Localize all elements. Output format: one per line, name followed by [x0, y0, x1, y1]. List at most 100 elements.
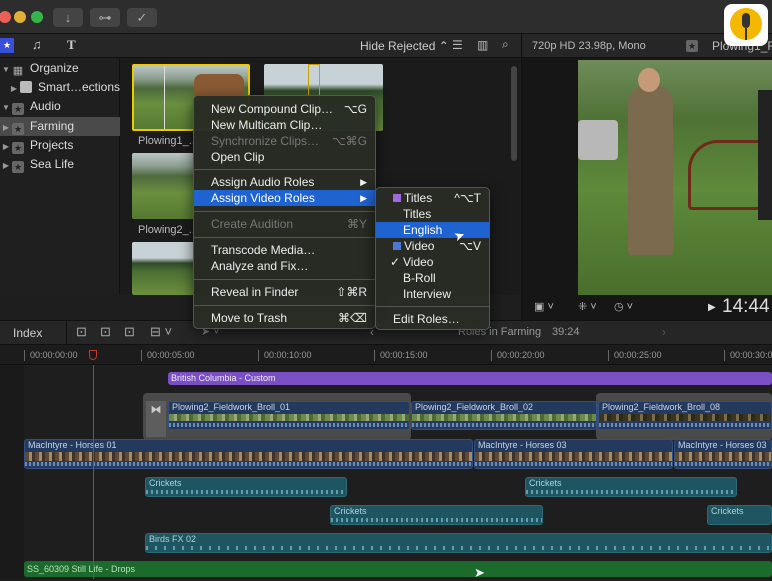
- transform-icon[interactable]: ⁜ ˅: [578, 300, 597, 313]
- primary-clip[interactable]: MacIntyre - Horses 03: [674, 439, 772, 469]
- transition-icon[interactable]: ⧓: [146, 401, 166, 437]
- index-button[interactable]: Index: [13, 326, 42, 340]
- playhead-handle[interactable]: [89, 350, 97, 360]
- background-tasks-button[interactable]: ✓: [127, 8, 157, 27]
- forward-arrow-icon[interactable]: ›: [662, 325, 666, 339]
- sidebar-item-label: Farming: [30, 119, 75, 133]
- zoom-button[interactable]: [31, 11, 43, 23]
- menu-label: Analyze and Fix…: [211, 259, 309, 273]
- broll-clip[interactable]: Plowing2_Fieldwork_Broll_02: [411, 401, 597, 430]
- submenu-item-video[interactable]: ✓ Video: [376, 254, 489, 270]
- menu-item-assign-audio-roles[interactable]: Assign Audio Roles ▶: [194, 174, 375, 190]
- sidebar-item-smart-collections[interactable]: ▶ Smart…ections: [0, 78, 120, 97]
- primary-clip[interactable]: MacIntyre - Horses 01: [24, 439, 473, 469]
- minimize-button[interactable]: [14, 11, 26, 23]
- broll-clip[interactable]: Plowing2_Fieldwork_Broll_08: [598, 401, 772, 430]
- sidebar-item-projects[interactable]: ▶ ★ Projects: [0, 136, 120, 155]
- submenu-arrow-icon: ▶: [360, 177, 367, 187]
- timeline-duration: 39:24: [552, 326, 580, 338]
- ruler-tick: 00:00:15:00: [374, 350, 428, 361]
- audio-clip[interactable]: Birds FX 02: [145, 533, 772, 553]
- titles-generators-icon[interactable]: T: [67, 37, 76, 53]
- clip-thumbnail[interactable]: [132, 153, 194, 219]
- submenu-item-titles[interactable]: Titles: [376, 206, 489, 222]
- title-clip[interactable]: British Columbia - Custom: [168, 372, 772, 385]
- menu-item-create-audition: Create Audition ⌘Y: [194, 216, 375, 232]
- submenu-item-interview[interactable]: Interview: [376, 286, 489, 302]
- browser-scrollbar[interactable]: [511, 66, 517, 161]
- clip-label: Plowing1_...: [138, 135, 198, 147]
- clip-name: MacIntyre - Horses 03: [678, 440, 767, 450]
- menu-item-new-multicam-clip[interactable]: New Multicam Clip…: [194, 117, 375, 133]
- overwrite-clip-icon[interactable]: ⊟ ˅: [150, 324, 172, 340]
- star-icon: ★: [12, 123, 24, 135]
- star-icon: ★: [12, 142, 24, 154]
- search-icon[interactable]: ⌕: [502, 37, 509, 52]
- menu-label: Assign Video Roles: [211, 191, 315, 205]
- sidebar-item-sea-life[interactable]: ▶ ★ Sea Life: [0, 155, 120, 174]
- menu-label: Video: [403, 255, 434, 269]
- clip-label: Plowing2_...: [138, 224, 198, 236]
- menu-label: Video: [404, 239, 435, 253]
- close-button[interactable]: [0, 11, 11, 23]
- import-button[interactable]: ↓: [53, 8, 83, 27]
- submenu-item-b-roll[interactable]: B-Roll: [376, 270, 489, 286]
- clip-thumbnail[interactable]: [132, 242, 194, 295]
- broll-clip[interactable]: Plowing2_Fieldwork_Broll_01: [168, 401, 410, 430]
- append-clip-icon[interactable]: ⊡: [124, 324, 135, 340]
- menu-item-move-to-trash[interactable]: Move to Trash ⌘⌫: [194, 310, 375, 326]
- menu-item-assign-video-roles[interactable]: Assign Video Roles ▶: [194, 190, 375, 206]
- ruler-tick: 00:00:30:00: [724, 350, 772, 361]
- menu-item-new-compound-clip[interactable]: New Compound Clip… ⌥G: [194, 101, 375, 117]
- clip-name: Crickets: [529, 478, 562, 488]
- ruler-tick: 00:00:10:00: [258, 350, 312, 361]
- audio-clip[interactable]: Crickets: [525, 477, 737, 497]
- photos-audio-icon[interactable]: ♫: [32, 37, 42, 52]
- ruler-tick: 00:00:05:00: [141, 350, 195, 361]
- timeline: British Columbia - Custom ⧓ Plowing2_Fie…: [0, 365, 772, 580]
- audio-clip[interactable]: Crickets: [145, 477, 347, 497]
- menu-item-open-clip[interactable]: Open Clip: [194, 149, 375, 165]
- video-frame: [578, 60, 772, 295]
- submenu-item-english[interactable]: English: [376, 222, 489, 238]
- playhead[interactable]: [93, 365, 94, 579]
- menu-shortcut: ⌥G: [343, 102, 367, 116]
- timecode-display: 14:44: [722, 296, 770, 317]
- menu-label: Reveal in Finder: [211, 285, 299, 299]
- sidebar-item-farming[interactable]: ▶ ★ Farming: [0, 117, 120, 136]
- submenu-item-titles-role[interactable]: Titles ^⌥T: [376, 190, 489, 206]
- library-sidebar: ▼ ▦ Organize ▶ Smart…ections ▼ ★ Audio ▶ ★ Farm…: [0, 58, 120, 295]
- menu-label: New Multicam Clip…: [211, 118, 323, 132]
- submenu-item-video-role[interactable]: Video ⌥V: [376, 238, 489, 254]
- filter-dropdown[interactable]: Hide Rejected ⌃: [360, 39, 449, 53]
- audio-clip[interactable]: Crickets: [330, 505, 543, 525]
- view-options-icon[interactable]: ▣ ˅: [534, 300, 554, 313]
- sidebar-item-label: Projects: [30, 138, 74, 152]
- libraries-icon[interactable]: ★: [0, 38, 14, 53]
- role-color-swatch: [393, 194, 401, 202]
- clip-appearance-icon[interactable]: ☰: [452, 38, 463, 52]
- primary-clip[interactable]: MacIntyre - Horses 03: [474, 439, 673, 469]
- submenu-item-edit-roles[interactable]: Edit Roles…: [376, 311, 489, 327]
- music-clip[interactable]: SS_60309 Still Life - Drops: [24, 561, 772, 577]
- keyword-button[interactable]: ⊶: [90, 8, 120, 27]
- sidebar-item-label: Organize: [30, 61, 79, 75]
- connect-clip-icon[interactable]: ⊡: [76, 324, 87, 340]
- menu-label: New Compound Clip…: [211, 102, 334, 116]
- menu-shortcut: ⇧⌘R: [336, 285, 367, 299]
- menu-item-transcode-media[interactable]: Transcode Media…: [194, 242, 375, 258]
- menu-label: Edit Roles…: [393, 312, 460, 326]
- play-icon[interactable]: ▶: [708, 302, 716, 313]
- timeline-ruler[interactable]: 00:00:00:00 00:00:05:00 00:00:10:00 00:0…: [0, 345, 772, 365]
- filmstrip-icon[interactable]: ▥: [477, 38, 488, 52]
- audio-clip[interactable]: Crickets: [707, 505, 772, 525]
- menu-label: Titles: [403, 207, 432, 221]
- sidebar-item-audio[interactable]: ▼ ★ Audio: [0, 97, 120, 116]
- ruler-tick: 00:00:00:00: [24, 350, 78, 361]
- menu-item-analyze-and-fix[interactable]: Analyze and Fix…: [194, 258, 375, 274]
- insert-clip-icon[interactable]: ⊡: [100, 324, 111, 340]
- menu-item-reveal-in-finder[interactable]: Reveal in Finder ⇧⌘R: [194, 284, 375, 300]
- speed-icon[interactable]: ◷ ˅: [614, 300, 633, 313]
- menu-shortcut: ⌘Y: [346, 217, 367, 231]
- sidebar-item-organize[interactable]: ▼ ▦ Organize: [0, 59, 120, 78]
